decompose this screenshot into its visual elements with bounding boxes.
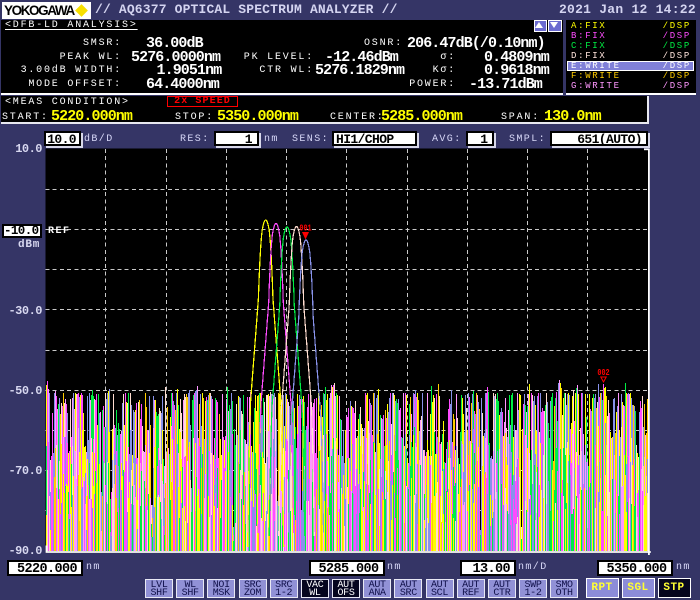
svg-text:001: 001 [299,224,311,234]
svg-text:002: 002 [597,368,609,378]
